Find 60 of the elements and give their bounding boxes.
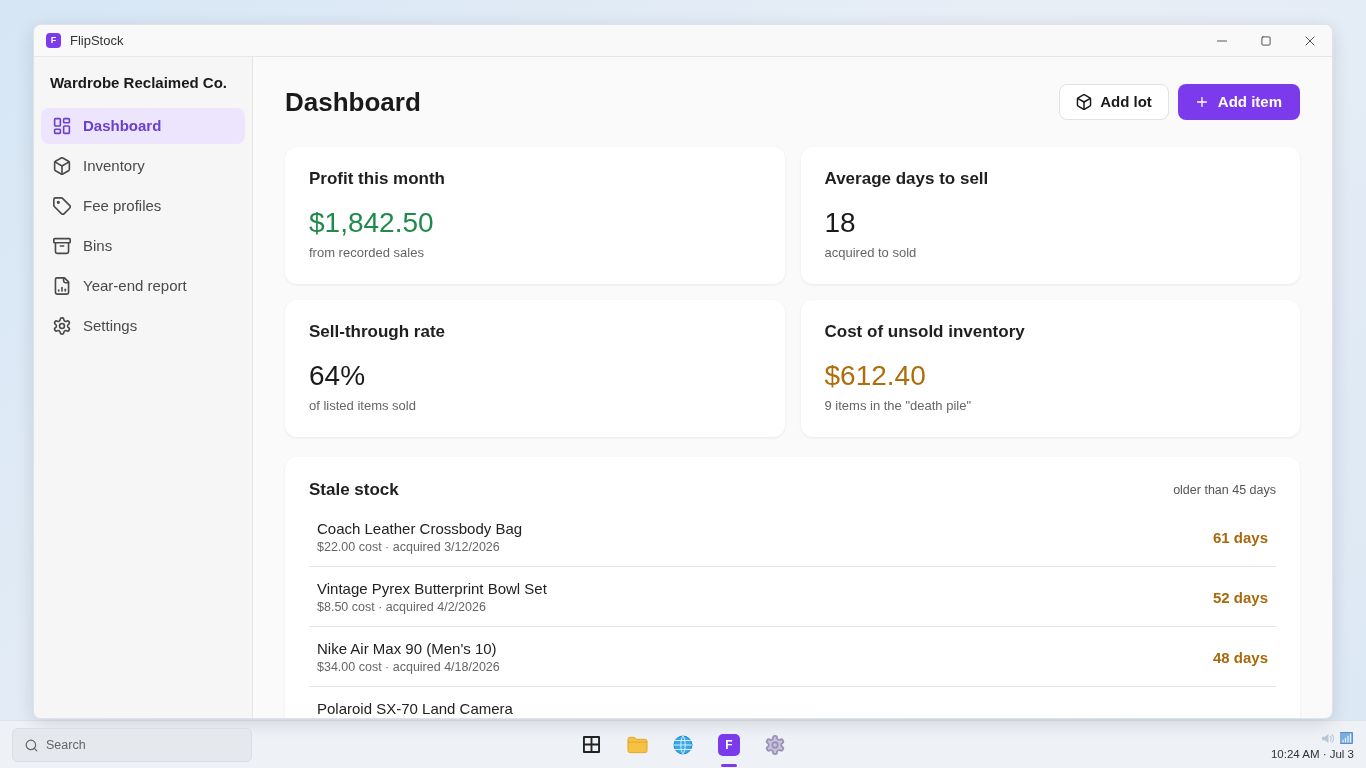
network-icon	[1340, 732, 1353, 744]
stat-caption: acquired to sold	[824, 244, 918, 262]
stat-caption: 9 items in the "death pile"	[824, 397, 973, 415]
stock-row[interactable]: Nike Air Max 90 (Men's 10) $34.00 cost · acquired 4/18/2026 48 days	[309, 627, 1276, 687]
page-title: Dashboard	[285, 86, 421, 118]
item-details: $22.00 cost · acquired 3/12/2026	[317, 539, 501, 556]
close-icon	[1305, 35, 1315, 46]
stat-value: $612.40	[824, 359, 927, 393]
item-name: Vintage Pyrex Butterprint Bowl Set	[317, 580, 547, 598]
item-name: Coach Leather Crossbody Bag	[317, 520, 523, 538]
section-note: older than 45 days	[1173, 482, 1276, 499]
add-item-button[interactable]: Add item	[1177, 84, 1300, 120]
file-chart-icon	[53, 277, 71, 295]
stat-title: Average days to sell	[824, 168, 990, 190]
item-details: $34.00 cost · acquired 4/18/2026	[317, 659, 500, 676]
item-name: Polaroid SX-70 Land Camera	[317, 700, 513, 718]
stat-value: $1,842.50	[309, 206, 435, 240]
app-logo: F	[46, 33, 61, 48]
maximize-icon	[1261, 35, 1271, 46]
cube-icon	[1076, 94, 1093, 110]
grid-icon	[53, 117, 71, 135]
nav-item[interactable]: Dashboard	[41, 108, 245, 144]
window-grid-icon	[582, 736, 600, 753]
stat-title: Sell-through rate	[309, 321, 446, 343]
stat-value: 64%	[309, 359, 367, 393]
plus-icon	[1194, 95, 1209, 109]
stock-row[interactable]: Polaroid SX-70 Land Camera	[309, 687, 1276, 718]
item-age: 52 days	[1212, 588, 1268, 608]
stat-title: Profit this month	[309, 168, 446, 190]
stat-caption: from recorded sales	[309, 244, 425, 262]
taskbar-app-button[interactable]: F	[718, 733, 740, 756]
nav-item[interactable]: Inventory	[41, 148, 245, 184]
nav-item[interactable]: Bins	[41, 228, 245, 264]
stock-row[interactable]: Vintage Pyrex Butterprint Bowl Set $8.50 cost · acquired 4/2/2026 52 days	[309, 567, 1276, 627]
item-age: 61 days	[1212, 528, 1268, 548]
nav-item[interactable]: Fee profiles	[41, 188, 245, 224]
stat-title: Cost of unsold inventory	[824, 321, 1026, 343]
add-lot-button[interactable]: Add lot	[1059, 84, 1169, 120]
archive-icon	[53, 237, 71, 255]
nav-item[interactable]: Year-end report	[41, 268, 245, 304]
globe-icon	[673, 734, 693, 755]
settings-icon	[765, 734, 785, 755]
stat-value: 18	[824, 206, 857, 240]
window-title: FlipStock	[70, 32, 124, 49]
stock-row[interactable]: Coach Leather Crossbody Bag $22.00 cost · acquired 3/12/2026 61 days	[309, 507, 1276, 567]
stat-caption: of listed items sold	[309, 397, 417, 415]
search-icon	[25, 738, 38, 752]
item-details: $8.50 cost · acquired 4/2/2026	[317, 599, 487, 616]
settings-icon	[53, 317, 71, 335]
speaker-icon	[1321, 732, 1334, 744]
tag-icon	[53, 197, 71, 215]
brand-name: Wardrobe Reclaimed Co.	[49, 73, 228, 93]
item-name: Nike Air Max 90 (Men's 10)	[317, 640, 498, 658]
clock: 10:24 AM · Jul 3	[1270, 747, 1354, 761]
section-title: Stale stock	[309, 479, 399, 501]
cube-icon	[53, 157, 71, 175]
nav-item[interactable]: Settings	[41, 308, 245, 344]
folder-icon	[626, 735, 648, 754]
search-field[interactable]: Search	[12, 727, 252, 762]
item-age: 48 days	[1212, 648, 1268, 668]
